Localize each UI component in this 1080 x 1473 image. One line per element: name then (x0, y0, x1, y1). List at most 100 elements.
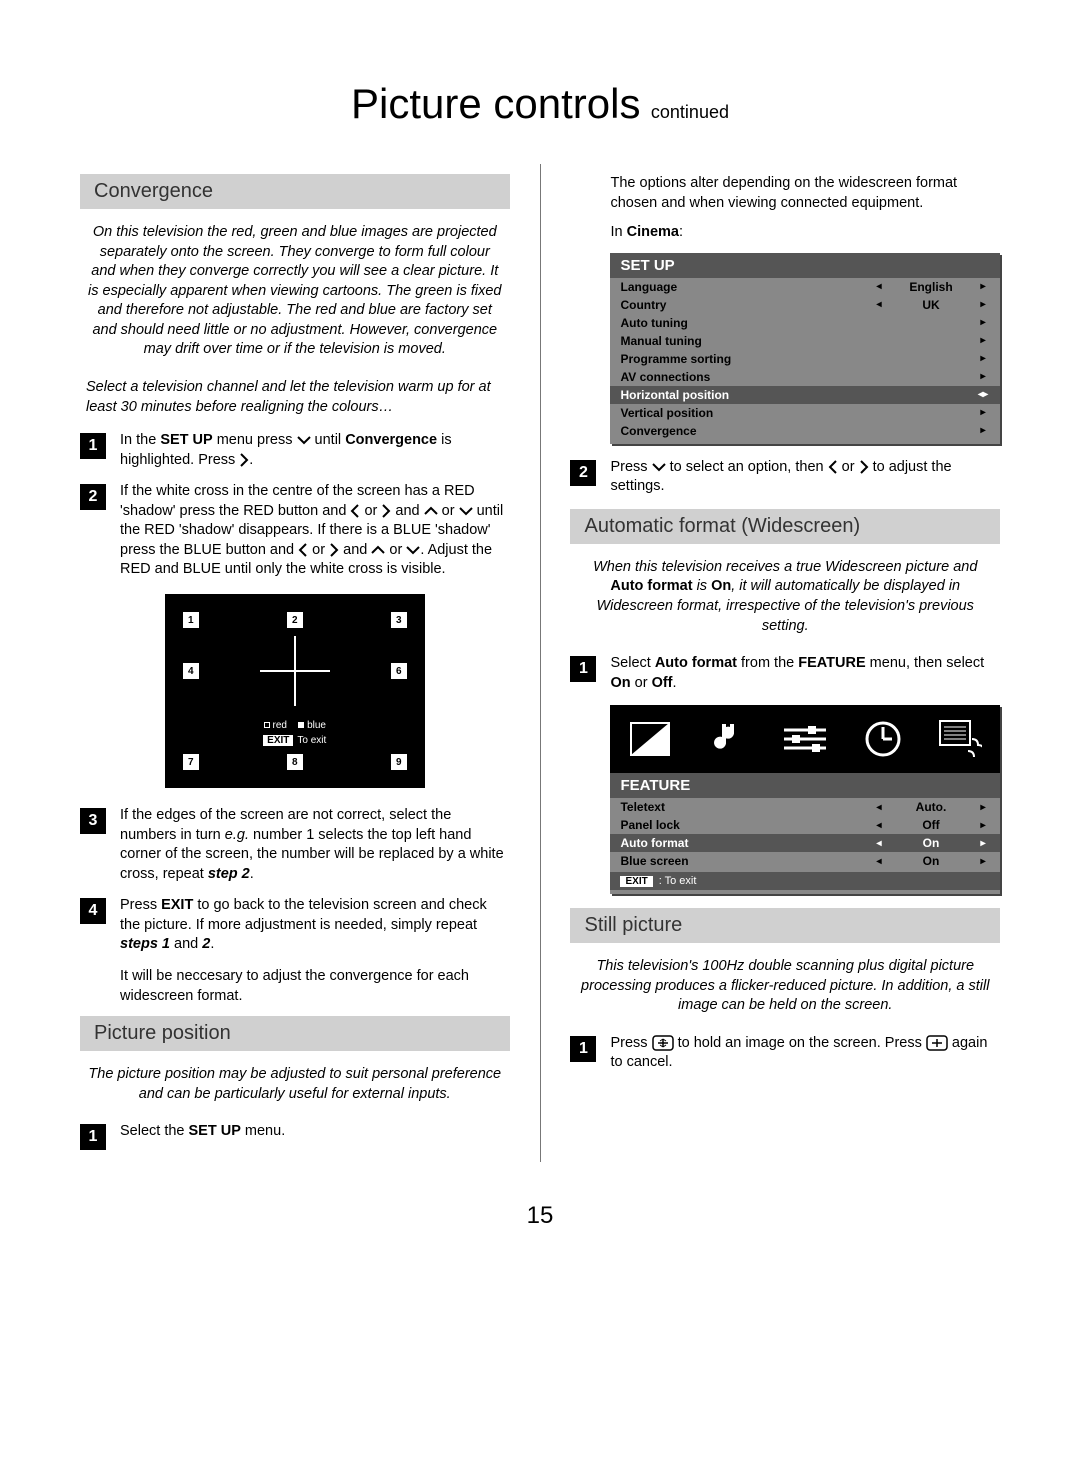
menu-row: Programme sorting▸ (610, 350, 1000, 368)
still-button-icon (926, 1035, 948, 1051)
arrow-left-icon: ◂ (872, 299, 886, 310)
step-text: Select Auto format from the FEATURE menu… (610, 654, 1000, 693)
arrow-right-icon: ▸ (976, 335, 990, 346)
down-icon (459, 506, 473, 516)
down-icon (406, 545, 420, 555)
arrow-left-icon: ◂ (872, 802, 886, 813)
up-icon (424, 506, 438, 516)
grid-cell: 3 (391, 612, 407, 628)
left-icon (298, 543, 308, 557)
menu-row-value: On (886, 854, 976, 868)
convergence-step-2: 2 If the white cross in the centre of th… (80, 482, 510, 580)
down-icon (297, 435, 311, 445)
menu-row-label: Country (620, 298, 872, 312)
right-column: The options alter depending on the wides… (570, 164, 1000, 1162)
arrow-left-icon: ◂ (872, 820, 886, 831)
auto-format-intro: When this television receives a true Wid… (576, 558, 994, 636)
page-title: Picture controls continued (80, 80, 1000, 128)
feature-menu-panel: FEATURE Teletext◂Auto.▸Panel lock◂Off▸Au… (610, 773, 1000, 894)
arrow-right-icon: ▸ (976, 820, 990, 831)
convergence-screen-illustration: 1 2 3 4 6 red blue EXITTo exit 7 (165, 594, 425, 788)
menu-row-label: Panel lock (620, 818, 872, 832)
options-para: The options alter depending on the wides… (610, 174, 1000, 213)
grid-cell: 7 (183, 754, 199, 770)
step-number-icon: 1 (80, 433, 106, 459)
step-number-icon: 2 (570, 460, 596, 486)
menu-row: Country◂UK▸ (610, 296, 1000, 314)
down-icon (652, 462, 666, 472)
section-convergence: Convergence (80, 174, 510, 209)
right-icon (329, 543, 339, 557)
auto-format-step-1: 1 Select Auto format from the FEATURE me… (570, 654, 1000, 693)
right-icon (381, 504, 391, 518)
convergence-step-1: 1 In the SET UP menu press until Converg… (80, 431, 510, 470)
column-divider (540, 164, 541, 1162)
menu-row-label: AV connections (620, 370, 872, 384)
menu-row-label: Horizontal position (620, 388, 872, 402)
title-sub: continued (651, 102, 729, 122)
menu-title: SET UP (610, 253, 1000, 278)
arrow-right-icon: ▸ (976, 371, 990, 382)
right-icon (859, 460, 869, 474)
menu-row-value: UK (886, 298, 976, 312)
menu-row: AV connections ▸ (610, 368, 1000, 386)
arrow-right-icon: ▸ (976, 299, 990, 310)
step-text: If the edges of the screen are not corre… (120, 806, 510, 884)
arrow-right-icon: ▸ (976, 856, 990, 867)
menu-row: Teletext◂Auto.▸ (610, 798, 1000, 816)
menu-row: Blue screen◂On▸ (610, 852, 1000, 870)
grid-cell: 8 (287, 754, 303, 770)
still-step-1: 1 Press to hold an image on the screen. … (570, 1034, 1000, 1073)
menu-row-label: Language (620, 280, 872, 294)
arrow-right-icon: ◂▸ (976, 389, 990, 400)
step-text: Press to select an option, then or to ad… (610, 458, 1000, 497)
columns: Convergence On this television the red, … (80, 164, 1000, 1162)
menu-icon-bar (610, 705, 1000, 773)
arrow-left-icon: ◂ (872, 856, 886, 867)
step-number-icon: 1 (80, 1124, 106, 1150)
menu-row: Auto tuning ▸ (610, 314, 1000, 332)
grid-cell: 1 (183, 612, 199, 628)
menu-row: Vertical position▸ (610, 404, 1000, 422)
convergence-step-4: 4 Press EXIT to go back to the televisio… (80, 896, 510, 955)
arrow-right-icon: ▸ (976, 317, 990, 328)
exit-hint: EXITTo exit (183, 735, 407, 746)
up-icon (371, 545, 385, 555)
menu-row: Auto format◂On▸ (610, 834, 1000, 852)
menu-row-value: Auto. (886, 800, 976, 814)
grid-cell: 2 (287, 612, 303, 628)
convergence-intro: On this television the red, green and bl… (86, 223, 504, 360)
title-main: Picture controls (351, 80, 640, 127)
menu-title: FEATURE (610, 773, 1000, 798)
timer-icon (861, 719, 905, 759)
legend: red blue (183, 720, 407, 731)
sound-icon (706, 719, 750, 759)
convergence-step-3: 3 If the edges of the screen are not cor… (80, 806, 510, 884)
menu-row-value: Off (886, 818, 976, 832)
section-auto-format: Automatic format (Widescreen) (570, 509, 1000, 544)
step-number-icon: 1 (570, 1036, 596, 1062)
menu-row-label: Auto tuning (620, 316, 872, 330)
menu-row: Language◂English▸ (610, 278, 1000, 296)
setup-menu-panel: SET UP Language◂English▸Country◂UK▸Auto … (610, 253, 1000, 444)
menu-row-label: Programme sorting (620, 352, 872, 366)
menu-footer: EXIT: To exit (610, 872, 1000, 890)
left-column: Convergence On this television the red, … (80, 164, 510, 1162)
section-still-picture: Still picture (570, 908, 1000, 943)
arrow-left-icon: ◂ (872, 838, 886, 849)
manual-page: Picture controls continued Convergence O… (0, 0, 1080, 1473)
arrow-right-icon: ▸ (976, 407, 990, 418)
position-intro: The picture position may be adjusted to … (86, 1065, 504, 1104)
step-number-icon: 3 (80, 808, 106, 834)
menu-row-label: Blue screen (620, 854, 872, 868)
menu-row: Horizontal position ◂▸ (610, 386, 1000, 404)
setup-icon (938, 719, 982, 759)
section-picture-position: Picture position (80, 1016, 510, 1051)
step-number-icon: 4 (80, 898, 106, 924)
feature-icon (783, 719, 827, 759)
step-text: Press to hold an image on the screen. Pr… (610, 1034, 1000, 1073)
arrow-left-icon: ◂ (872, 281, 886, 292)
menu-row-label: Manual tuning (620, 334, 872, 348)
grid-cell: 9 (391, 754, 407, 770)
step-text: In the SET UP menu press until Convergen… (120, 431, 510, 470)
